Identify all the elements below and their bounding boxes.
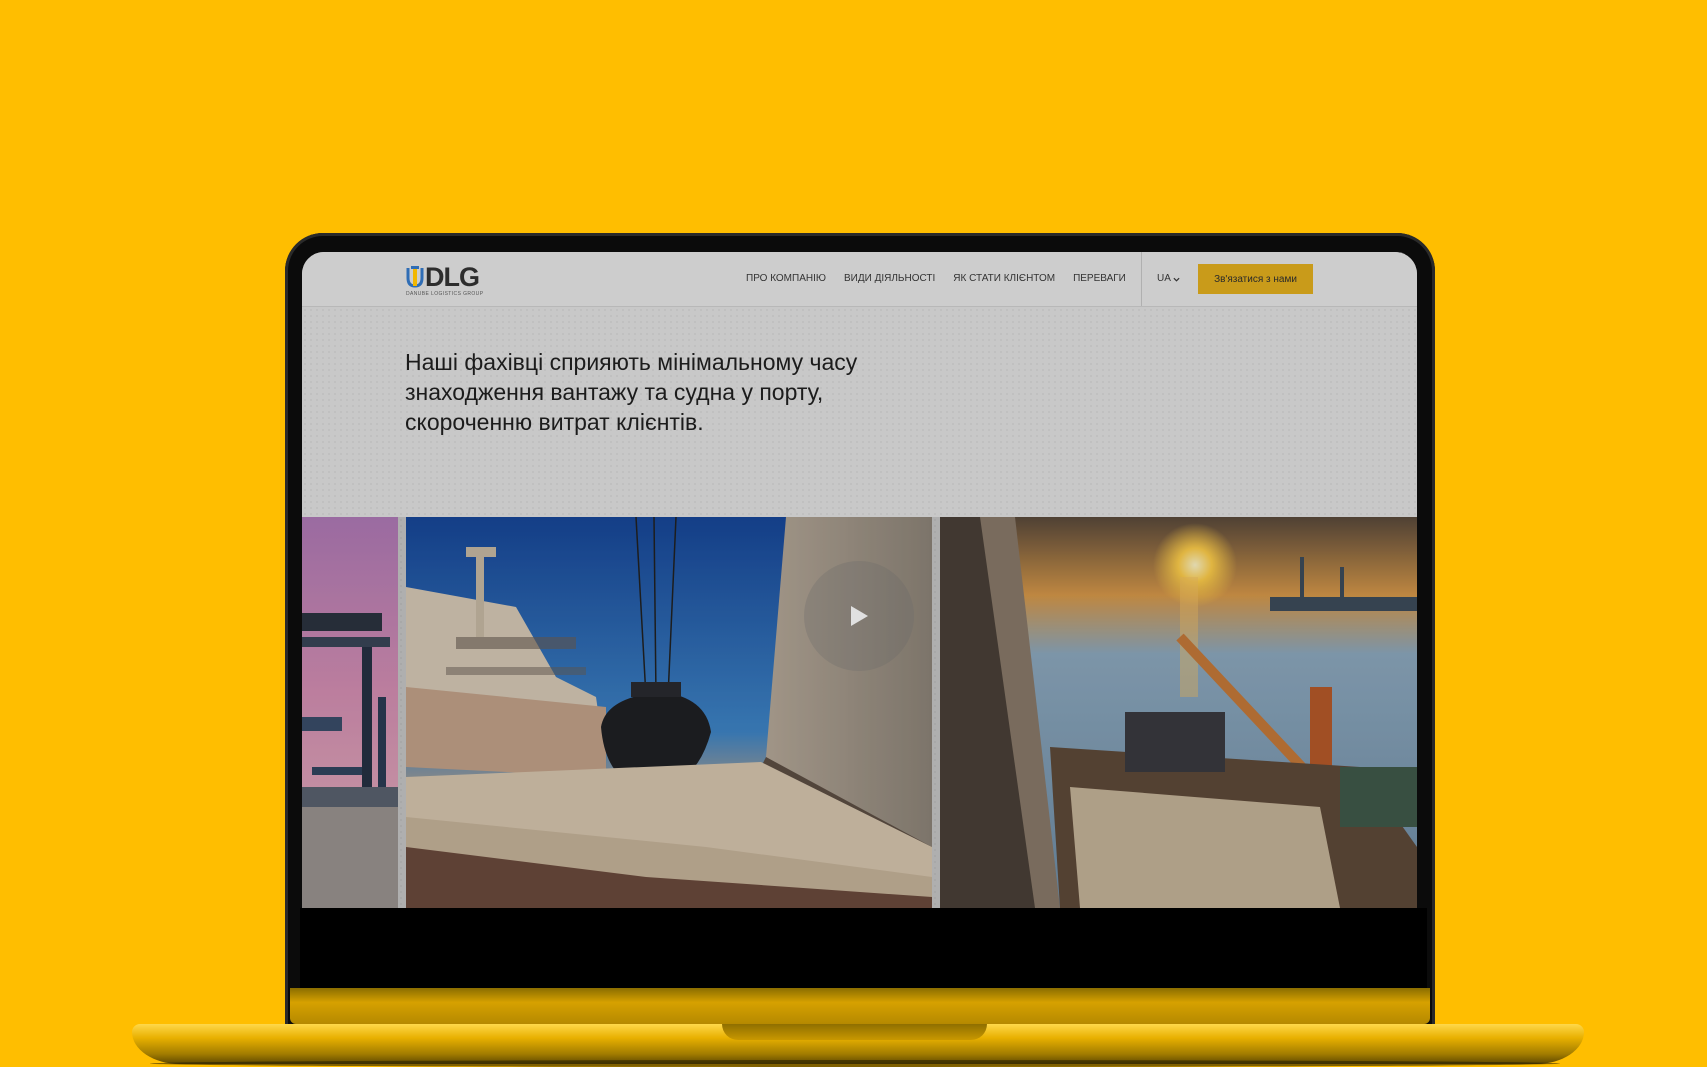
play-icon xyxy=(851,606,868,626)
site-header: DLG DANUBE LOGISTICS GROUP ПРО КОМПАНІЮ … xyxy=(302,252,1417,307)
play-video-button[interactable] xyxy=(804,561,914,671)
laptop-screen: DLG DANUBE LOGISTICS GROUP ПРО КОМПАНІЮ … xyxy=(302,252,1417,908)
laptop-shadow xyxy=(150,1060,1560,1067)
contact-us-button[interactable]: Зв'язатися з нами xyxy=(1198,264,1313,294)
laptop-hinge xyxy=(290,988,1430,1024)
logo-text: DLG xyxy=(425,262,480,292)
photo-gallery xyxy=(302,517,1417,908)
site-logo[interactable]: DLG DANUBE LOGISTICS GROUP xyxy=(405,262,485,298)
logo-tagline: DANUBE LOGISTICS GROUP xyxy=(406,291,484,297)
language-selected: UA xyxy=(1157,273,1171,284)
anchor-logo-icon xyxy=(406,266,424,288)
gallery-photo-grain-loading[interactable] xyxy=(406,517,932,908)
chevron-down-icon xyxy=(1173,277,1180,282)
gallery-photo-port-cranes[interactable] xyxy=(302,517,398,908)
nav-item-advantages[interactable]: ПЕРЕВАГИ xyxy=(1073,273,1126,285)
port-cranes-image xyxy=(302,517,398,908)
main-navigation: ПРО КОМПАНІЮ ВИДИ ДІЯЛЬНОСТІ ЯК СТАТИ КЛ… xyxy=(746,273,1144,285)
laptop-bezel-bottom xyxy=(300,908,1427,990)
hero-headline: Наші фахівці сприяють мінімальному часу … xyxy=(405,349,858,435)
nav-item-about[interactable]: ПРО КОМПАНІЮ xyxy=(746,273,826,285)
header-divider xyxy=(1141,252,1142,306)
gallery-photo-sunset-port[interactable] xyxy=(940,517,1417,908)
sunset-port-image xyxy=(940,517,1417,908)
laptop-opening-notch xyxy=(722,1024,987,1040)
language-selector[interactable]: UA xyxy=(1157,273,1180,285)
nav-item-services[interactable]: ВИДИ ДІЯЛЬНОСТІ xyxy=(844,273,935,285)
nav-item-become-client[interactable]: ЯК СТАТИ КЛІЄНТОМ xyxy=(953,273,1055,285)
